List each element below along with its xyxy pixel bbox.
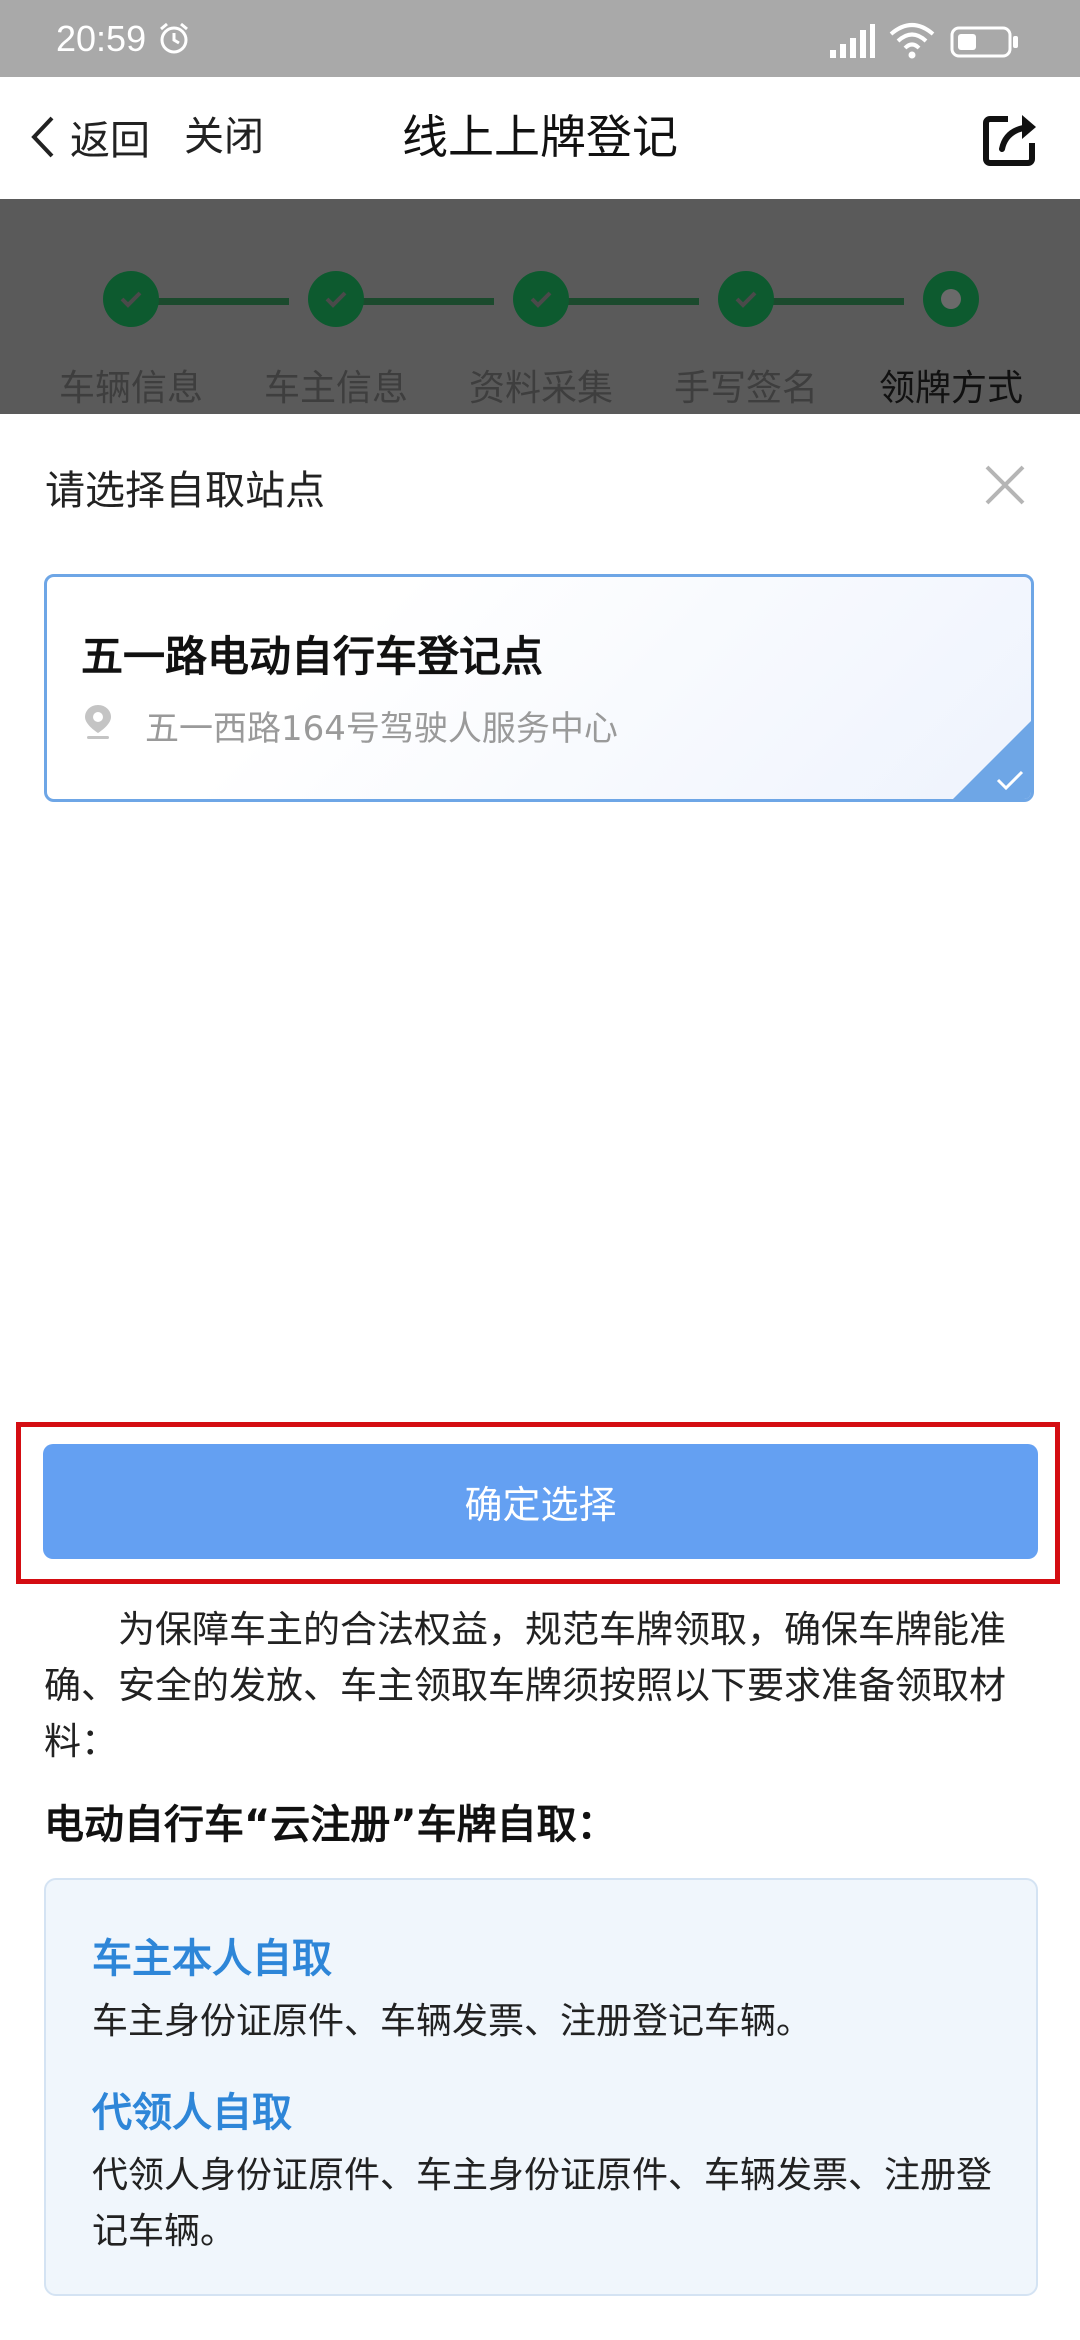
option-text-proxy: 代领人身份证原件、车主身份证原件、车辆发票、注册登记车辆。: [92, 2155, 993, 2252]
location-pin-icon: [85, 705, 111, 739]
station-option[interactable]: 五一路电动自行车登记点 五一西路164号驾驶人服务中心: [44, 574, 1034, 802]
status-time: 20:59: [56, 18, 147, 59]
station-picker-sheet: 请选择自取站点 五一路电动自行车登记点 五一西路164号驾驶人服务中心 确定选择…: [0, 414, 1080, 2340]
back-button[interactable]: 返回: [28, 107, 150, 167]
station-name: 五一路电动自行车登记点: [81, 632, 544, 681]
progress-steps: 车辆信息 车主信息 资料采集 手写签名 领牌方式: [0, 199, 1080, 414]
close-icon[interactable]: [982, 462, 1028, 508]
step-label-active: 领牌方式: [878, 368, 1023, 409]
step-label: 资料采集: [468, 368, 613, 409]
notice-text: 为保障车主的合法权益，规范车牌领取，确保车牌能准确、安全的发放、车主领取车牌须按…: [44, 1608, 1006, 1763]
sheet-title: 请选择自取站点: [45, 468, 325, 514]
close-page-button[interactable]: 关闭: [184, 107, 264, 167]
share-icon[interactable]: [980, 107, 1044, 171]
step-1-marker: [103, 271, 159, 327]
notice-subheading: 电动自行车“云注册”车牌自取：: [44, 1802, 617, 1848]
step-4-marker: [718, 271, 774, 327]
step-label: 手写签名: [673, 368, 818, 409]
alarm-icon: [160, 22, 188, 54]
wifi-icon: [889, 23, 935, 59]
signal-icon: [830, 24, 875, 58]
check-icon: [120, 291, 142, 308]
option-title-owner: 车主本人自取: [92, 1936, 332, 1982]
option-text-owner: 车主身份证原件、车辆发票、注册登记车辆。: [92, 2001, 813, 2042]
highlight-box: [16, 1422, 1060, 1584]
step-5-marker: [923, 271, 979, 327]
status-bar: 20:59: [0, 0, 1080, 77]
back-chevron-icon: [31, 116, 54, 158]
back-label: 返回: [70, 118, 150, 164]
check-icon: [530, 291, 552, 308]
step-label: 车辆信息: [58, 368, 203, 409]
check-icon: [735, 291, 757, 308]
step-label: 车主信息: [263, 368, 408, 409]
step-2-marker: [308, 271, 364, 327]
option-title-proxy: 代领人自取: [92, 2090, 292, 2136]
step-3-marker: [513, 271, 569, 327]
check-icon: [996, 770, 1024, 791]
current-step-dot: [941, 289, 961, 309]
navigation-bar: 返回 关闭 线上上牌登记: [0, 77, 1080, 199]
battery-icon: [950, 26, 1018, 58]
check-icon: [325, 291, 347, 308]
page-title: 线上上牌登记: [402, 110, 678, 164]
requirements-box: 车主本人自取 车主身份证原件、车辆发票、注册登记车辆。 代领人自取 代领人身份证…: [44, 1878, 1038, 2296]
station-address: 五一西路164号驾驶人服务中心: [145, 709, 618, 749]
